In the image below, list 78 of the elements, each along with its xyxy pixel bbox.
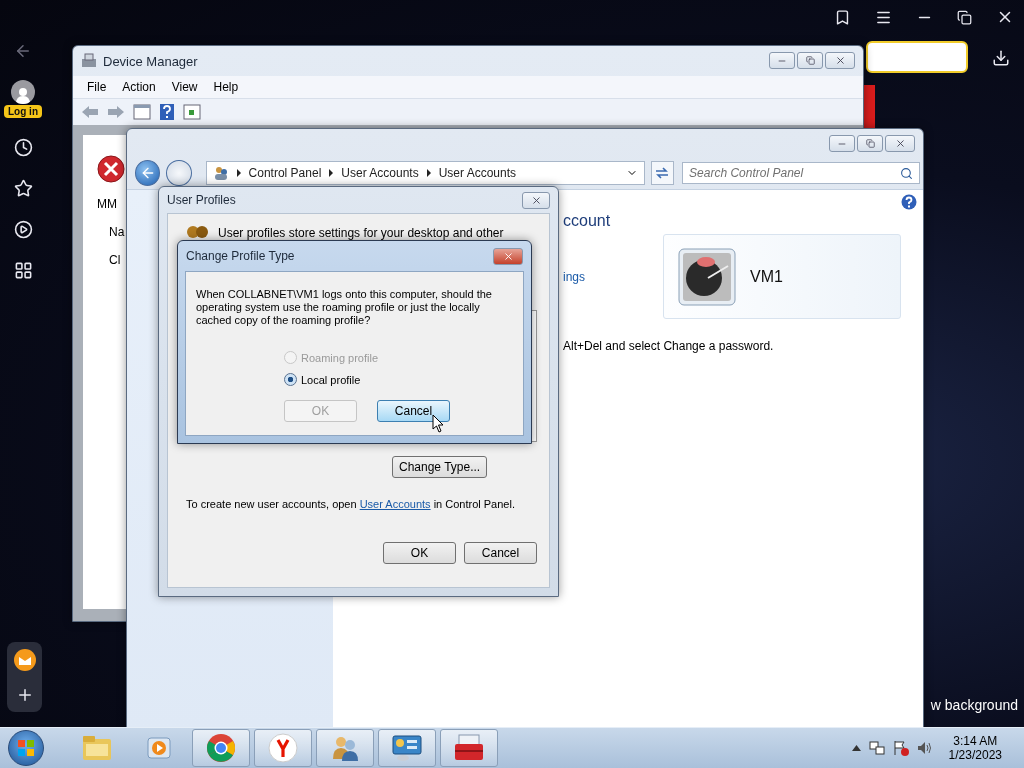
maximize-button[interactable] — [797, 52, 823, 69]
cancel-button[interactable]: Cancel — [377, 400, 450, 422]
close-button[interactable] — [522, 191, 550, 209]
avatar-icon[interactable] — [11, 80, 35, 104]
network-icon[interactable] — [868, 740, 885, 756]
forward-button[interactable] — [166, 160, 192, 186]
y-letter-icon — [268, 733, 298, 763]
clock-time: 3:14 AM — [953, 734, 998, 748]
restore-icon — [865, 139, 875, 148]
address-field[interactable] — [866, 41, 968, 73]
windows-logo-icon — [17, 739, 35, 757]
close-button[interactable] — [825, 52, 855, 69]
clock[interactable]: 3:14 AM 1/23/2023 — [948, 734, 1002, 762]
close-icon — [834, 55, 846, 66]
speaker-icon[interactable] — [916, 740, 933, 756]
close-button[interactable] — [885, 135, 915, 152]
back-button[interactable] — [135, 160, 161, 186]
breadcrumb-item[interactable]: User Accounts — [438, 166, 517, 180]
window-title: Device Manager — [103, 53, 199, 69]
radio-option[interactable]: Local profile — [284, 373, 513, 386]
minimize-button[interactable] — [829, 135, 855, 152]
taskbar-app[interactable] — [316, 729, 374, 767]
dialog-description: User profiles store settings for your desktop and other — [218, 226, 504, 240]
close-button[interactable] — [493, 247, 523, 265]
toolbox-icon — [453, 734, 485, 762]
dialog-title: User Profiles — [167, 193, 237, 207]
dialog-title: Change Profile Type — [186, 249, 296, 263]
media-player-icon — [146, 735, 172, 761]
maximize-button[interactable] — [857, 135, 883, 152]
properties-icon[interactable] — [183, 104, 201, 120]
user-accounts-link[interactable]: User Accounts — [359, 498, 431, 510]
menu-item[interactable]: Action — [116, 78, 162, 96]
task-link[interactable]: ings — [563, 270, 585, 284]
menu-item[interactable]: View — [165, 78, 204, 96]
close-icon — [502, 250, 514, 262]
close-icon — [530, 194, 542, 206]
restore-icon — [805, 56, 815, 65]
password-note: Alt+Del and select Change a password. — [563, 339, 775, 353]
search-field[interactable]: Search Control Panel — [682, 162, 921, 184]
close-icon — [894, 138, 906, 149]
ok-button[interactable]: OK — [383, 542, 456, 564]
taskbar-app[interactable] — [378, 729, 436, 767]
dialog-message: When COLLABNET\VM1 logs onto this computer, should the operating system use the roaming profile or just the locally cached copy of the roaming profile? — [196, 288, 493, 327]
turntable-icon — [678, 247, 736, 306]
tray-expand-icon[interactable] — [851, 745, 861, 751]
menu-item[interactable]: Help — [207, 78, 245, 96]
control-panel-icon — [391, 734, 423, 762]
device-text: Cl — [109, 253, 121, 267]
chrome-icon — [206, 733, 236, 763]
taskbar-app[interactable] — [192, 729, 250, 767]
address-bar[interactable]: Control Panel User Accounts User Accounts — [205, 161, 645, 185]
page-heading: ccount — [563, 212, 612, 230]
refresh-button[interactable] — [650, 161, 675, 185]
login-badge[interactable]: Log in — [4, 105, 42, 118]
device-text: MM — [97, 197, 117, 211]
flag-icon[interactable] — [892, 740, 909, 756]
background-caption: w background — [930, 697, 1018, 713]
help-icon[interactable] — [159, 103, 175, 121]
change-type-button[interactable]: Change Type... — [392, 456, 488, 478]
device-manager-icon — [81, 53, 97, 69]
footer-text: To create new user accounts, open User Accounts in Control Panel. — [186, 498, 516, 510]
clock-date: 1/23/2023 — [948, 748, 1002, 762]
minimize-button[interactable] — [769, 52, 795, 69]
folder-icon — [82, 735, 112, 761]
taskbar-app[interactable] — [254, 729, 312, 767]
breadcrumb-item[interactable]: User Accounts — [341, 166, 419, 180]
device-text: Na — [109, 225, 125, 239]
tree-view-icon[interactable] — [133, 104, 151, 120]
mail-icon[interactable] — [12, 648, 37, 672]
refresh-icon — [655, 167, 670, 179]
account-name: VM1 — [750, 267, 783, 286]
cancel-button[interactable]: Cancel — [464, 542, 537, 564]
breadcrumb-item[interactable]: Control Panel — [248, 166, 322, 180]
start-button[interactable] — [8, 730, 44, 766]
error-icon — [97, 155, 125, 183]
menu-item[interactable]: File — [81, 78, 113, 96]
mouse-pointer-icon — [432, 414, 444, 433]
taskbar-app[interactable] — [440, 729, 498, 767]
